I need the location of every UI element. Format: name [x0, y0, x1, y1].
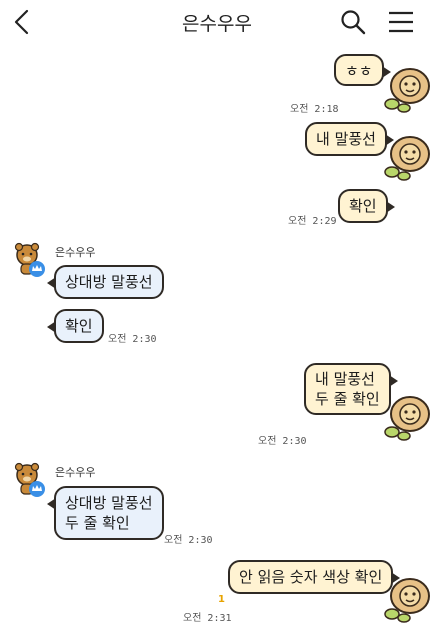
message-timestamp: 오전 2:31	[183, 613, 232, 624]
message-timestamp: 오전 2:18	[290, 104, 339, 115]
sticker-character-icon	[384, 68, 430, 113]
sticker-character-icon	[384, 136, 430, 181]
message-timestamp: 오전 2:29	[288, 216, 337, 227]
unread-count: 1	[218, 594, 225, 605]
message-line: 상대방 말풍선	[65, 494, 153, 512]
chat-header: 은수우우	[0, 0, 434, 44]
sticker-character-icon	[384, 578, 430, 623]
message-line: 내 말풍선	[315, 370, 375, 388]
hamburger-menu-icon[interactable]	[386, 8, 416, 36]
chat-title: 은수우우	[182, 13, 252, 35]
sender-name: 은수우우	[55, 466, 96, 479]
their-message-bubble[interactable]: 상대방 말풍선	[47, 265, 164, 299]
their-message-bubble[interactable]: 확인	[47, 309, 104, 343]
my-message-bubble[interactable]: 내 말풍선 두 줄 확인	[304, 363, 398, 415]
sender-name: 은수우우	[55, 246, 96, 259]
sticker-character-icon	[384, 396, 430, 441]
my-message-bubble[interactable]: 내 말풍선	[305, 122, 394, 156]
profile-avatar[interactable]	[13, 242, 45, 278]
search-icon[interactable]	[338, 7, 368, 37]
message-line: 두 줄 확인	[315, 390, 380, 408]
my-message-bubble[interactable]: ㅎㅎ	[334, 54, 391, 86]
profile-avatar[interactable]	[13, 462, 45, 498]
message-timestamp: 오전 2:30	[258, 436, 307, 447]
my-message-bubble[interactable]: 확인	[338, 189, 395, 223]
their-message-bubble[interactable]: 상대방 말풍선 두 줄 확인	[47, 486, 164, 540]
message-line: 두 줄 확인	[65, 514, 130, 532]
my-message-bubble[interactable]: 안 읽음 숫자 색상 확인	[228, 560, 401, 594]
message-timestamp: 오전 2:30	[108, 334, 157, 345]
message-timestamp: 오전 2:30	[164, 535, 213, 546]
